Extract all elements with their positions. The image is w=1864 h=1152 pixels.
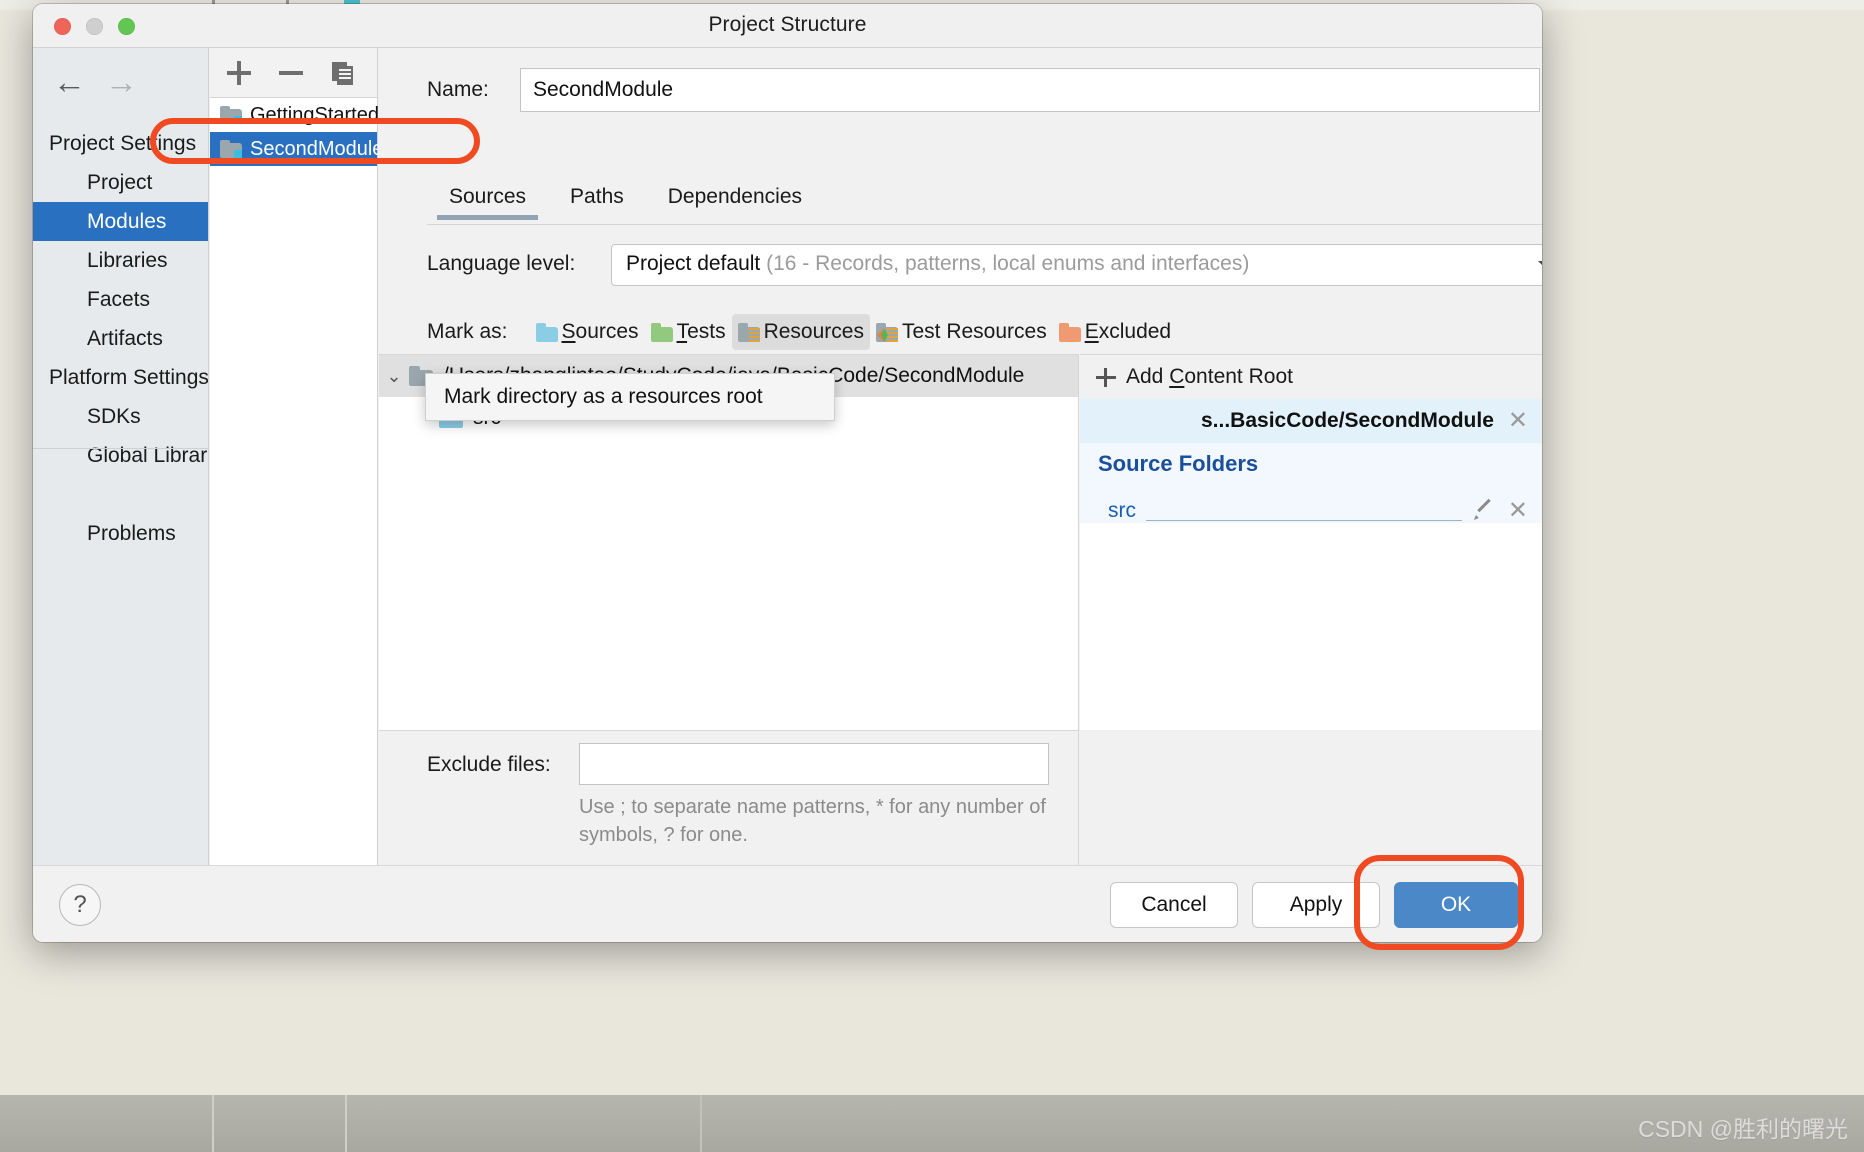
nav-list: Project Settings Project Modules Librari… xyxy=(33,124,209,475)
pencil-icon[interactable] xyxy=(1472,500,1494,522)
tooltip: Mark directory as a resources root xyxy=(425,373,835,421)
source-folders-section: Source Folders src ✕ xyxy=(1080,443,1542,523)
content-root-header[interactable]: s...BasicCode/SecondModule ✕ xyxy=(1080,399,1542,443)
nav-divider xyxy=(33,448,208,449)
divider xyxy=(1146,520,1462,521)
help-button[interactable]: ? xyxy=(59,884,101,926)
editor-tabs: Sources Paths Dependencies xyxy=(427,180,824,224)
mark-as-sources-button[interactable]: SSourcesources xyxy=(530,314,645,350)
add-module-icon[interactable] xyxy=(224,58,254,88)
sidebar-item-global-libraries[interactable]: Global Libraries xyxy=(33,436,208,475)
backdrop-bottom xyxy=(0,1095,1864,1152)
screen: Project Structure ← → Project Settings P… xyxy=(0,0,1864,1152)
list-item-label: GettingStarted xyxy=(250,103,379,126)
language-level-label: Language level: xyxy=(427,252,576,275)
dialog-body: ← → Project Settings Project Modules Lib… xyxy=(33,48,1542,865)
sidebar-item-artifacts[interactable]: Artifacts xyxy=(33,319,208,358)
chevron-down-icon[interactable] xyxy=(1538,261,1542,270)
mark-as-test-resources-button[interactable]: Test Resources xyxy=(870,314,1053,350)
list-item-selected[interactable]: SecondModule xyxy=(210,132,383,166)
mark-as-excluded-button[interactable]: Excluded xyxy=(1053,314,1177,350)
module-name-row: Name: SecondModule xyxy=(379,68,1542,112)
window-title: Project Structure xyxy=(708,13,867,36)
apply-button[interactable]: Apply xyxy=(1252,882,1380,928)
module-toolbar xyxy=(210,48,377,98)
list-item[interactable]: GettingStarted xyxy=(210,98,379,132)
name-label: Name: xyxy=(427,78,489,101)
source-folders-title: Source Folders xyxy=(1098,451,1259,476)
exclude-files-hint: Use ; to separate name patterns, * for a… xyxy=(579,796,1046,846)
sidebar-item-problems[interactable]: Problems xyxy=(33,514,208,553)
back-arrow-icon[interactable]: ← xyxy=(53,62,86,102)
language-level-detail: (16 - Records, patterns, local enums and… xyxy=(766,252,1250,275)
cancel-button[interactable]: Cancel xyxy=(1110,882,1238,928)
nav-group-project-settings: Project Settings xyxy=(49,132,197,155)
nav-group-platform-settings: Platform Settings xyxy=(49,366,209,389)
plus-icon xyxy=(1094,365,1118,389)
content-roots-pane: Add Content Root s...BasicCode/SecondMod… xyxy=(1080,354,1542,730)
language-level-row: Language level: Project default (16 - Re… xyxy=(427,244,1542,286)
mark-as-tests-button[interactable]: Tests xyxy=(645,314,732,350)
folder-blue-icon xyxy=(535,322,558,342)
nav-history-controls[interactable]: ← → xyxy=(47,62,177,106)
tab-paths[interactable]: Paths xyxy=(548,180,646,224)
copy-module-icon[interactable] xyxy=(328,58,358,88)
module-name-input[interactable]: SecondModule xyxy=(520,68,1540,112)
source-folder-name[interactable]: src xyxy=(1108,499,1136,523)
mark-as-label: Mark as: xyxy=(427,320,508,343)
folder-green-icon xyxy=(650,322,673,342)
backdrop-divider xyxy=(345,1095,347,1152)
tabs-underline xyxy=(427,224,1542,225)
exclude-files-label: Exclude files: xyxy=(427,753,551,776)
list-item[interactable]: src ✕ xyxy=(1108,495,1528,527)
add-content-root-label: Add Content Root xyxy=(1126,365,1293,388)
forward-arrow-icon[interactable]: → xyxy=(105,62,138,102)
close-icon[interactable]: ✕ xyxy=(1508,409,1528,433)
sidebar-item-libraries[interactable]: Libraries xyxy=(33,241,208,280)
sidebar-item-project[interactable]: Project xyxy=(33,163,208,202)
footer-buttons: Cancel Apply OK xyxy=(1110,882,1518,928)
language-level-select[interactable]: Project default (16 - Records, patterns,… xyxy=(611,244,1542,286)
settings-nav: ← → Project Settings Project Modules Lib… xyxy=(33,48,209,865)
exclude-files-pane: Exclude files: Use ; to separate name pa… xyxy=(379,730,1079,865)
backdrop-divider xyxy=(212,1095,214,1152)
tooltip-text: Mark directory as a resources root xyxy=(444,385,763,408)
watermark: CSDN @胜利的曙光 xyxy=(1638,1116,1848,1142)
language-level-value: Project default (16 - Records, patterns,… xyxy=(626,252,1249,276)
chevron-down-icon[interactable]: ⌄ xyxy=(379,366,409,387)
sidebar-item-modules[interactable]: Modules xyxy=(33,202,208,241)
add-content-root-button[interactable]: Add Content Root xyxy=(1080,355,1542,399)
folder-module-icon xyxy=(220,140,242,158)
tab-sources[interactable]: Sources xyxy=(427,180,548,224)
close-icon[interactable]: ✕ xyxy=(1508,499,1528,523)
project-structure-dialog: Project Structure ← → Project Settings P… xyxy=(33,4,1542,942)
dialog-footer: ? Cancel Apply OK xyxy=(33,865,1542,942)
content-root-path: s...BasicCode/SecondModule xyxy=(1200,409,1494,432)
sidebar-item-sdks[interactable]: SDKs xyxy=(33,397,208,436)
mark-as-resources-button[interactable]: Resources xyxy=(731,314,870,350)
exclude-files-input[interactable] xyxy=(579,743,1049,785)
folder-test-resources-icon xyxy=(875,322,898,342)
folder-orange-icon xyxy=(1058,322,1081,342)
folder-module-icon xyxy=(220,106,242,124)
mark-as-row: Mark as: SSourcesources Tests xyxy=(427,314,1177,350)
list-item-label: SecondModule xyxy=(250,137,384,160)
module-list-panel: GettingStarted SecondModule xyxy=(210,48,383,865)
language-level-main: Project default xyxy=(626,252,761,275)
module-editor: Name: SecondModule Sources Paths Depende… xyxy=(379,48,1542,865)
dialog-titlebar: Project Structure xyxy=(33,4,1542,48)
sidebar-item-facets[interactable]: Facets xyxy=(33,280,208,319)
ok-button[interactable]: OK xyxy=(1394,882,1518,928)
folder-resources-icon xyxy=(737,322,760,342)
remove-module-icon[interactable] xyxy=(276,58,306,88)
tab-dependencies[interactable]: Dependencies xyxy=(646,180,824,224)
